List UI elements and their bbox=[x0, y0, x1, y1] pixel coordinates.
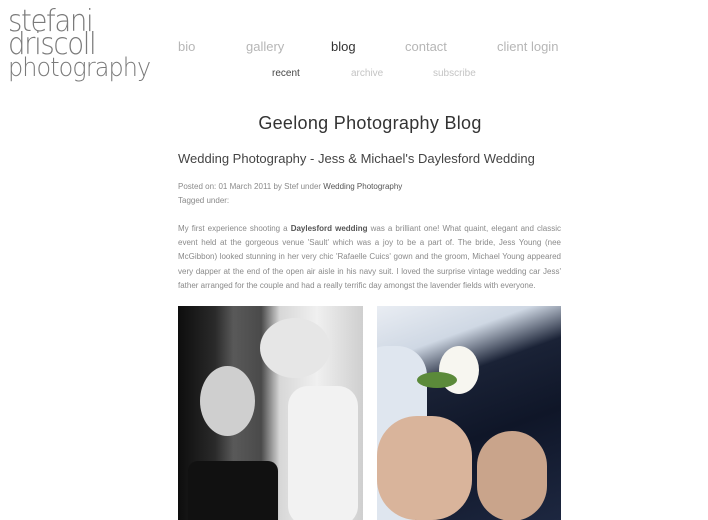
post-meta: Posted on: 01 March 2011 by Stef under W… bbox=[178, 180, 578, 208]
father-head-shape bbox=[260, 318, 330, 378]
main-nav: bio gallery blog contact client login bbox=[0, 39, 708, 57]
subnav-archive[interactable]: archive bbox=[351, 68, 383, 79]
nav-bio[interactable]: bio bbox=[178, 39, 195, 54]
subnav-subscribe[interactable]: subscribe bbox=[433, 68, 476, 79]
post-body-start: My first experience shooting a bbox=[178, 224, 291, 233]
nav-contact[interactable]: contact bbox=[405, 39, 447, 54]
nav-gallery[interactable]: gallery bbox=[246, 39, 284, 54]
post-body-keyword: Daylesford wedding bbox=[290, 224, 368, 233]
post-body-rest: was a brilliant one! What quaint, elegan… bbox=[178, 224, 562, 290]
post-body: My first experience shooting a Daylesfor… bbox=[178, 222, 561, 293]
photo-bride-and-father bbox=[178, 306, 363, 520]
post-tags: Tagged under: bbox=[178, 196, 230, 205]
left-hand-shape bbox=[377, 416, 472, 520]
rose-leaf-shape bbox=[417, 372, 457, 388]
post-title[interactable]: Wedding Photography - Jess & Michael's D… bbox=[178, 151, 578, 166]
post-category-link[interactable]: Wedding Photography bbox=[323, 182, 402, 191]
blog-sub-nav: recent archive subscribe bbox=[0, 68, 708, 82]
bride-head-shape bbox=[200, 366, 255, 436]
right-hand-shape bbox=[477, 431, 547, 520]
blog-title: Geelong Photography Blog bbox=[258, 113, 482, 133]
father-shirt-shape bbox=[288, 386, 358, 520]
post-meta-text: Posted on: 01 March 2011 by Stef under bbox=[178, 182, 324, 191]
bride-dress-shape bbox=[188, 461, 278, 520]
photo-buttonhole-rose bbox=[377, 306, 561, 520]
nav-client-login[interactable]: client login bbox=[497, 39, 558, 54]
subnav-recent[interactable]: recent bbox=[272, 68, 300, 79]
nav-blog[interactable]: blog bbox=[331, 39, 356, 54]
